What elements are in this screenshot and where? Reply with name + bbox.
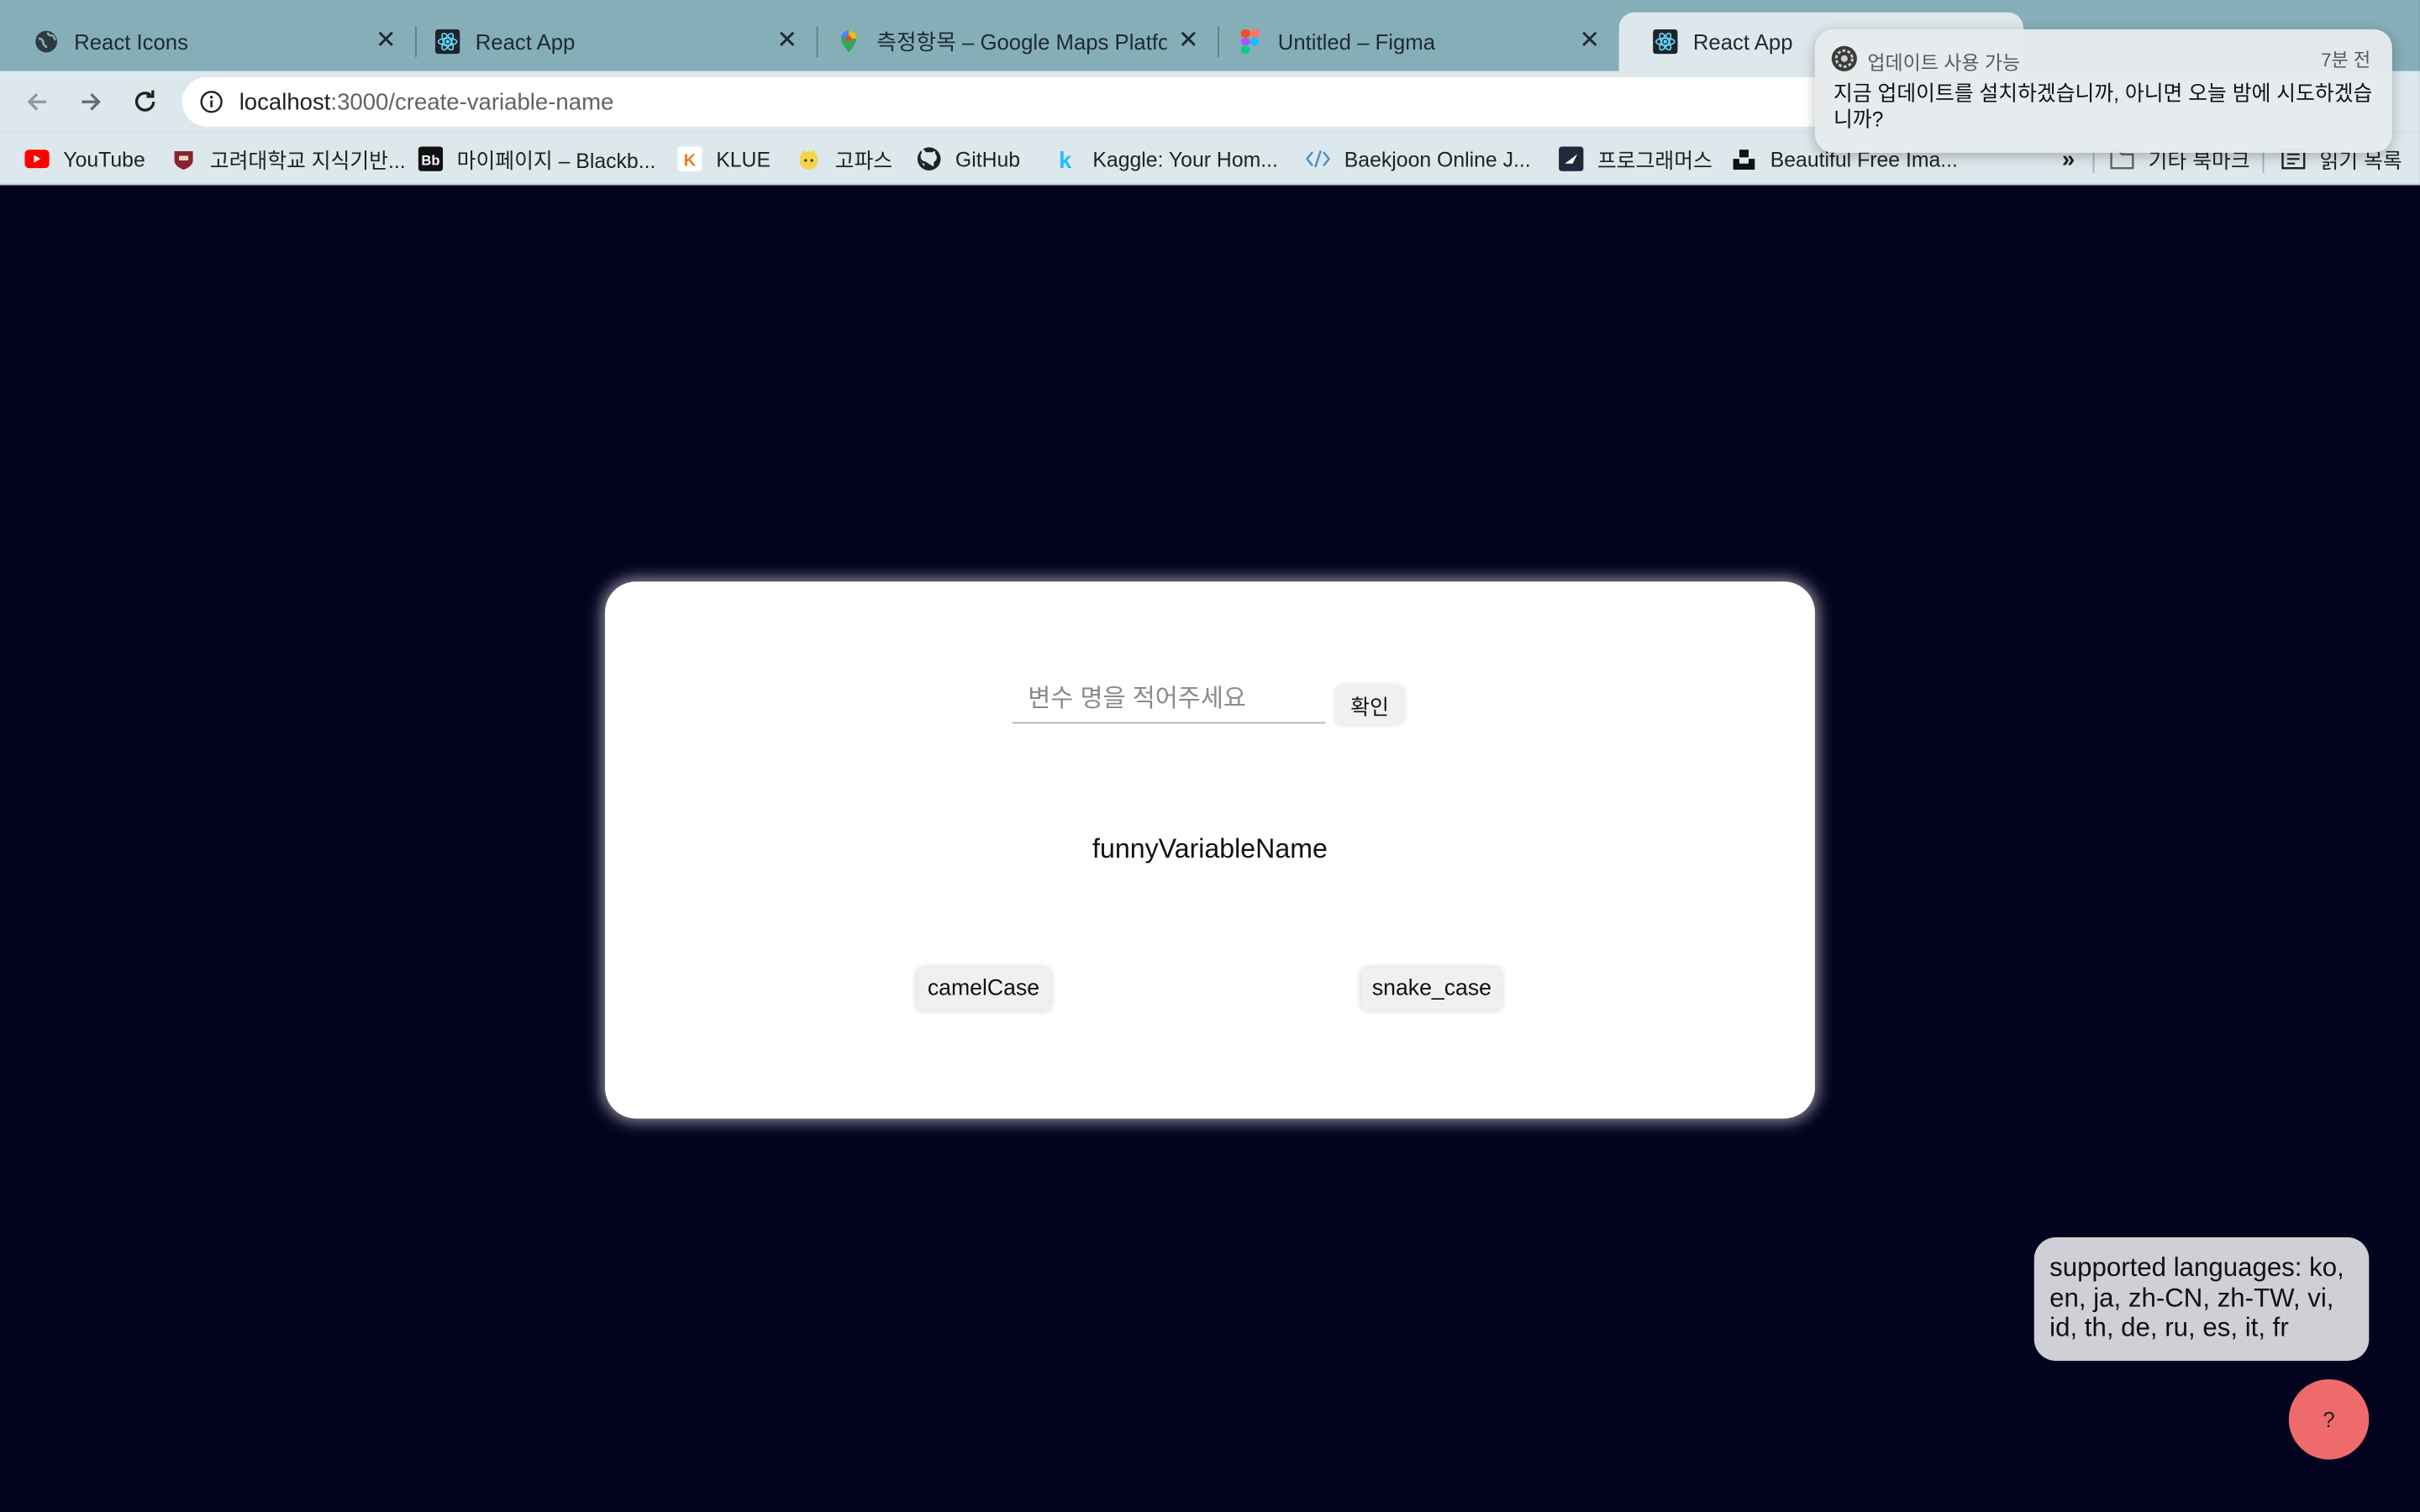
tab-title: React App	[475, 29, 576, 55]
svg-text:K: K	[684, 151, 697, 170]
page-content: 확인 funnyVariableName camelCase snake_cas…	[0, 186, 2420, 1512]
back-button[interactable]	[18, 83, 55, 120]
unsplash-icon	[1732, 146, 1756, 171]
help-button[interactable]: ?	[2288, 1379, 2370, 1460]
close-icon[interactable]: ✕	[1577, 29, 1602, 54]
notification-time: 7분 전	[2321, 49, 2371, 71]
bookmark-label: 마이페이지 – Blackb...	[456, 150, 656, 173]
tab-google-maps[interactable]: 측정항목 – Google Maps Platform ✕	[802, 13, 1216, 71]
blackboard-icon: Bb	[418, 146, 444, 171]
forward-arrow-icon	[82, 92, 101, 111]
bookmark-label: KLUE	[716, 147, 771, 171]
settings-gear-icon	[1830, 45, 1858, 72]
bookmark-github[interactable]: GitHub	[917, 145, 1020, 173]
youtube-icon	[24, 146, 50, 171]
programmers-icon	[1559, 146, 1584, 171]
update-notification[interactable]: 업데이트 사용 가능 7분 전 지금 업데이트를 설치하겠습니까, 아니면 오늘…	[1814, 29, 2392, 153]
supported-languages-tooltip: supported languages: ko, en, ja, zh-CN, …	[2033, 1237, 2370, 1361]
confirm-button[interactable]: 확인	[1334, 685, 1405, 726]
close-icon[interactable]: ✕	[1176, 29, 1201, 54]
kopas-icon	[797, 146, 821, 171]
code-icon	[1305, 146, 1331, 171]
tab-title: React Icons	[74, 29, 188, 55]
google-maps-icon	[836, 29, 860, 54]
korea-univ-icon	[171, 146, 196, 171]
url-text: localhost:3000/create-variable-name	[239, 89, 614, 115]
url-path: :3000/create-variable-name	[330, 88, 614, 115]
tab-react-icons[interactable]: React Icons ✕	[0, 13, 413, 71]
tab-react-app[interactable]: React App ✕	[402, 13, 815, 71]
bookmark-klue[interactable]: K KLUE	[677, 145, 771, 173]
svg-text:Bb: Bb	[421, 153, 439, 169]
bookmark-label: 고파스	[834, 150, 893, 173]
figma-icon	[1238, 29, 1262, 55]
back-arrow-icon	[27, 92, 47, 111]
bookmark-korea-univ[interactable]: 고려대학교 지식기반...	[171, 145, 406, 173]
result-variable-name: funnyVariableName	[1092, 832, 1328, 864]
bookmark-kopas[interactable]: 고파스	[797, 145, 892, 173]
bookmark-kaggle[interactable]: k Kaggle: Your Hom...	[1054, 145, 1278, 173]
forward-button[interactable]	[72, 83, 109, 120]
bookmark-label: GitHub	[955, 147, 1021, 171]
info-icon[interactable]	[199, 90, 224, 114]
url-host: localhost	[239, 88, 331, 115]
notification-title: 업데이트 사용 가능	[1867, 52, 2021, 75]
snake-case-button[interactable]: snake_case	[1360, 967, 1502, 1011]
github-icon	[917, 146, 941, 171]
notification-body: 지금 업데이트를 설치하겠습니까, 아니면 오늘 밤에 시도하겠습니까?	[1833, 81, 2373, 132]
variable-name-card: 확인 funnyVariableName camelCase snake_cas…	[604, 581, 1815, 1119]
bookmark-label: Baekjoon Online J...	[1344, 147, 1531, 171]
close-icon[interactable]: ✕	[775, 29, 799, 54]
bookmark-baekjoon[interactable]: Baekjoon Online J...	[1305, 145, 1531, 173]
bookmark-label: Kaggle: Your Hom...	[1092, 147, 1278, 171]
tab-title: Untitled – Figma	[1277, 29, 1436, 55]
bookmark-programmers[interactable]: 프로그래머스	[1559, 145, 1712, 173]
kaggle-icon: k	[1054, 146, 1078, 171]
bookmark-blackboard[interactable]: Bb 마이페이지 – Blackb...	[418, 145, 656, 173]
address-bar[interactable]: localhost:3000/create-variable-name	[182, 76, 2034, 127]
klue-icon: K	[677, 146, 702, 171]
variable-name-input[interactable]	[1012, 677, 1326, 724]
tab-title: 측정항목 – Google Maps Platform	[876, 29, 1167, 55]
tab-figma[interactable]: Untitled – Figma ✕	[1204, 13, 1618, 71]
svg-text:k: k	[1059, 147, 1072, 171]
reload-icon	[134, 90, 155, 112]
bookmark-label: 고려대학교 지식기반...	[209, 150, 406, 173]
reload-button[interactable]	[127, 83, 164, 120]
globe-icon	[34, 29, 58, 54]
react-icon	[434, 29, 460, 55]
bookmark-label: 프로그래머스	[1597, 150, 1712, 173]
close-icon[interactable]: ✕	[373, 29, 397, 54]
react-icon	[1653, 29, 1678, 55]
bookmark-youtube[interactable]: YouTube	[24, 145, 145, 173]
bookmark-label: YouTube	[63, 147, 145, 171]
camel-case-button[interactable]: camelCase	[916, 967, 1050, 1011]
